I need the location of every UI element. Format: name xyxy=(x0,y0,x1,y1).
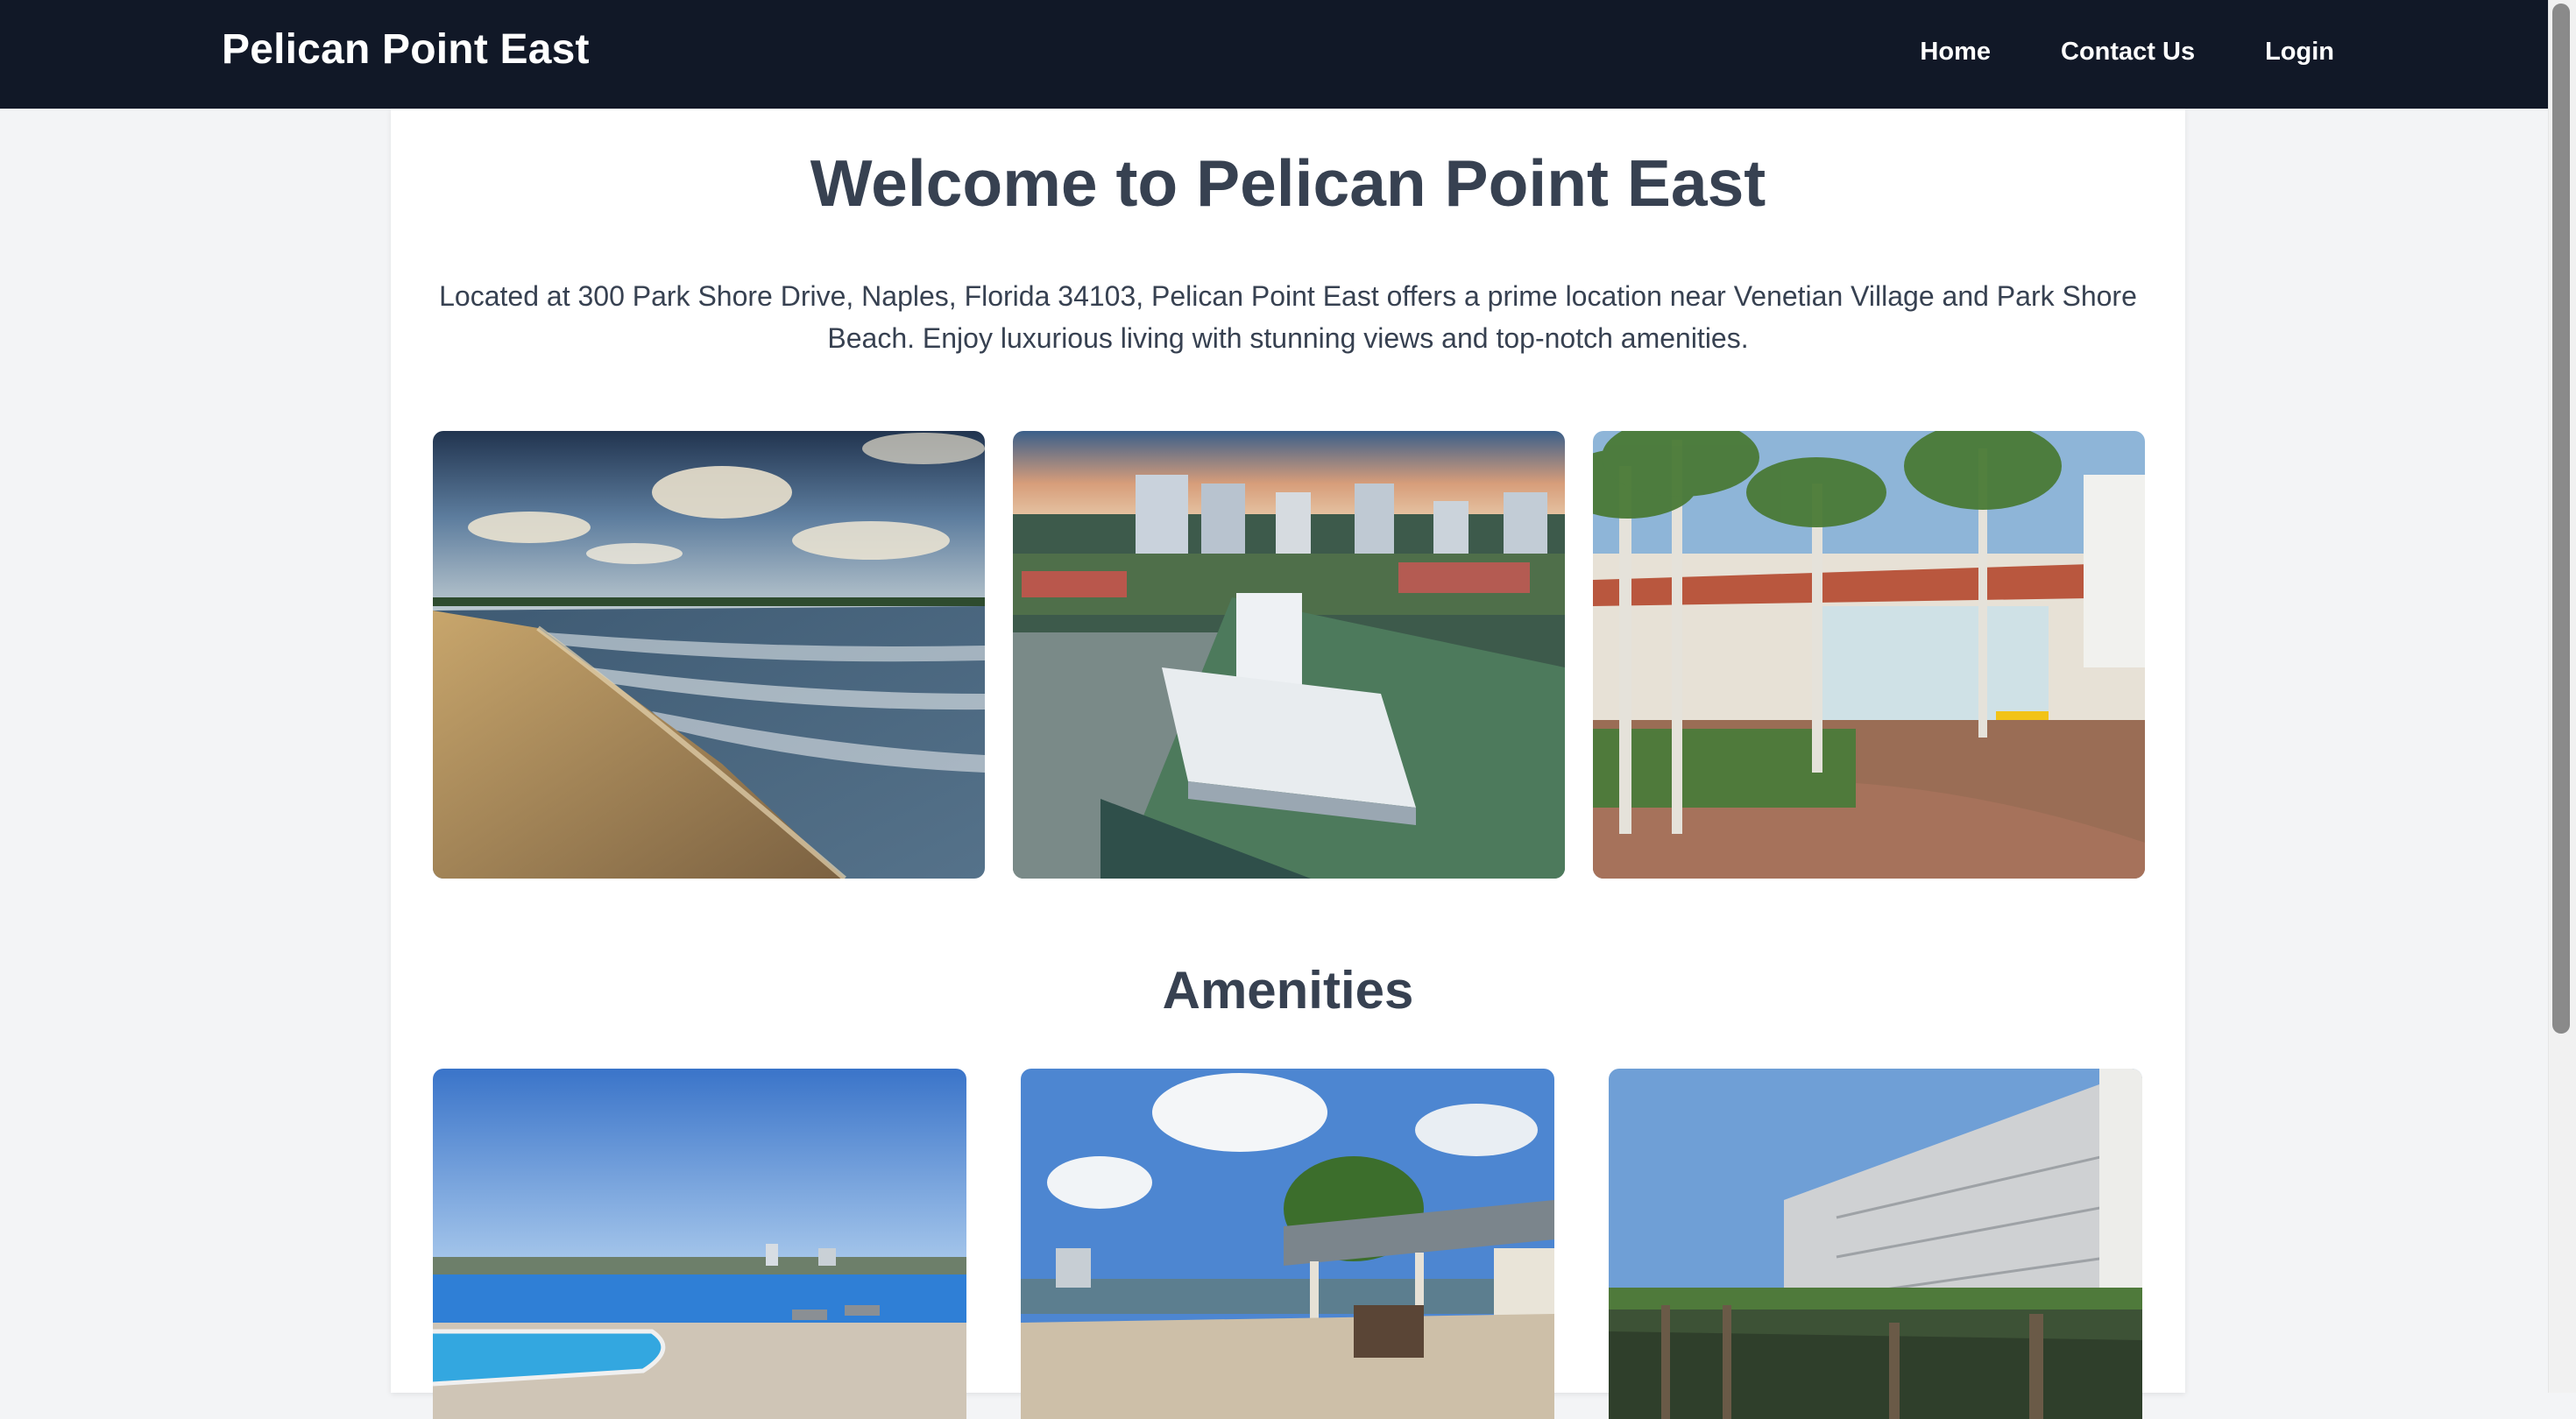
scrollbar-thumb[interactable] xyxy=(2552,4,2570,1034)
nav-home-link[interactable]: Home xyxy=(1920,38,1991,67)
amenities-title: Amenities xyxy=(1162,961,1414,1020)
intro-paragraph: Located at 300 Park Shore Drive, Naples,… xyxy=(439,280,2137,354)
top-navbar: Pelican Point East Home Contact Us Login xyxy=(0,0,2548,109)
clubhouse-pavilion-photo xyxy=(1021,1069,1554,1419)
aerial-building-photo xyxy=(1013,431,1565,879)
nav-links: Home Contact Us Login xyxy=(1920,0,2334,103)
nav-contact-link[interactable]: Contact Us xyxy=(2061,38,2195,67)
pool-photo xyxy=(433,1069,966,1419)
main-content: Welcome to Pelican Point East Located at… xyxy=(391,109,2185,1419)
boat-dock-photo xyxy=(1609,1069,2142,1419)
beach-photo xyxy=(433,431,985,879)
venetian-village-photo xyxy=(1593,431,2145,879)
site-brand[interactable]: Pelican Point East xyxy=(222,0,590,100)
page-title: Welcome to Pelican Point East xyxy=(810,146,1766,220)
nav-login-link[interactable]: Login xyxy=(2265,38,2334,67)
